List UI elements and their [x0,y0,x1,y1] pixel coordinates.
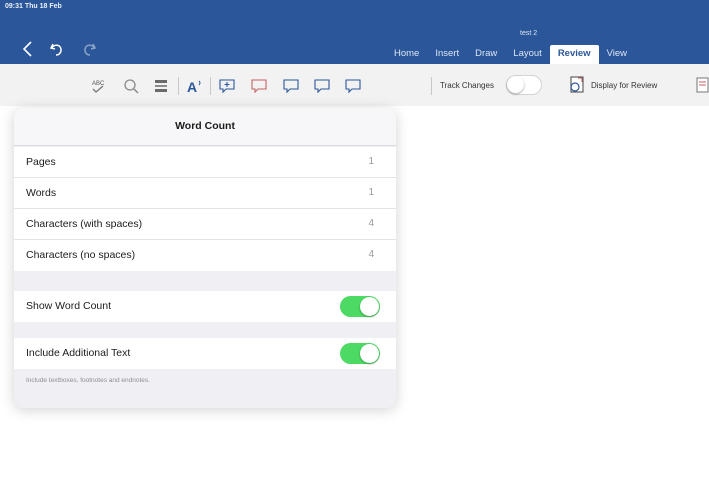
tab-home[interactable]: Home [386,45,427,64]
ribbon-separator [178,77,179,95]
word-count-popover: Word Count Pages 1 Words 1 Characters (w… [14,108,396,408]
tab-view[interactable]: View [599,45,635,64]
stat-label: Characters (no spaces) [26,249,136,261]
display-for-review-icon[interactable] [567,75,587,95]
stat-label: Characters (with spaces) [26,218,143,230]
include-additional-footnote: Include textboxes, footnotes and endnote… [26,377,150,384]
ribbon-tabs: Home Insert Draw Layout Review View [386,45,635,64]
toggle-knob [507,76,524,93]
redo-icon[interactable] [80,40,98,58]
next-comment-icon[interactable] [313,77,331,95]
word-count-stats: Pages 1 Words 1 Characters (with spaces)… [14,147,396,271]
undo-icon[interactable] [48,40,66,58]
title-bar: 09:31 Thu 18 Feb test 2 Home Insert Draw… [0,0,709,64]
tab-layout[interactable]: Layout [505,45,550,64]
switch-knob [360,297,379,316]
show-word-count-label: Show Word Count [26,300,112,312]
ribbon-separator [210,77,211,95]
include-additional-row[interactable]: Include Additional Text [14,338,396,369]
show-comments-icon[interactable] [344,77,362,95]
stat-label: Words [26,187,57,199]
stat-value: 4 [368,249,374,260]
tab-insert[interactable]: Insert [427,45,467,64]
stat-row-pages: Pages 1 [14,147,396,178]
read-aloud-icon[interactable]: A [186,77,204,95]
display-for-review-label[interactable]: Display for Review [591,81,657,90]
show-word-count-group: Show Word Count [14,291,396,322]
include-additional-switch[interactable] [340,343,380,364]
track-changes-toggle[interactable] [506,75,542,95]
popover-header: Word Count [14,108,396,146]
tab-draw[interactable]: Draw [467,45,505,64]
ribbon-separator [431,77,432,95]
show-word-count-row[interactable]: Show Word Count [14,291,396,322]
document-title: test 2 [520,30,538,37]
stat-row-characters-no-spaces: Characters (no spaces) 4 [14,240,396,271]
smart-lookup-icon[interactable] [122,77,140,95]
new-comment-icon[interactable] [218,77,236,95]
review-ribbon: ABC A Track Changes Display for Review [0,64,709,106]
popover-title: Word Count [175,120,235,132]
stat-row-words: Words 1 [14,178,396,209]
stat-label: Pages [26,156,56,168]
include-additional-group: Include Additional Text [14,338,396,369]
status-time: 09:31 Thu 18 Feb [5,3,62,10]
delete-comment-icon[interactable] [250,77,268,95]
stat-value: 1 [368,187,374,198]
stat-row-characters-with-spaces: Characters (with spaces) 4 [14,209,396,240]
track-changes-label: Track Changes [440,81,494,90]
stat-value: 4 [368,218,374,229]
previous-comment-icon[interactable] [282,77,300,95]
switch-knob [360,344,379,363]
show-word-count-switch[interactable] [340,296,380,317]
stat-value: 1 [368,156,374,167]
word-count-icon[interactable] [152,77,170,95]
chevron-left-icon[interactable] [19,40,37,58]
include-additional-label: Include Additional Text [26,347,131,359]
tab-review[interactable]: Review [549,45,599,64]
svg-text:A: A [187,79,197,95]
spelling-icon[interactable]: ABC [89,77,107,95]
show-markup-icon[interactable] [694,76,709,94]
